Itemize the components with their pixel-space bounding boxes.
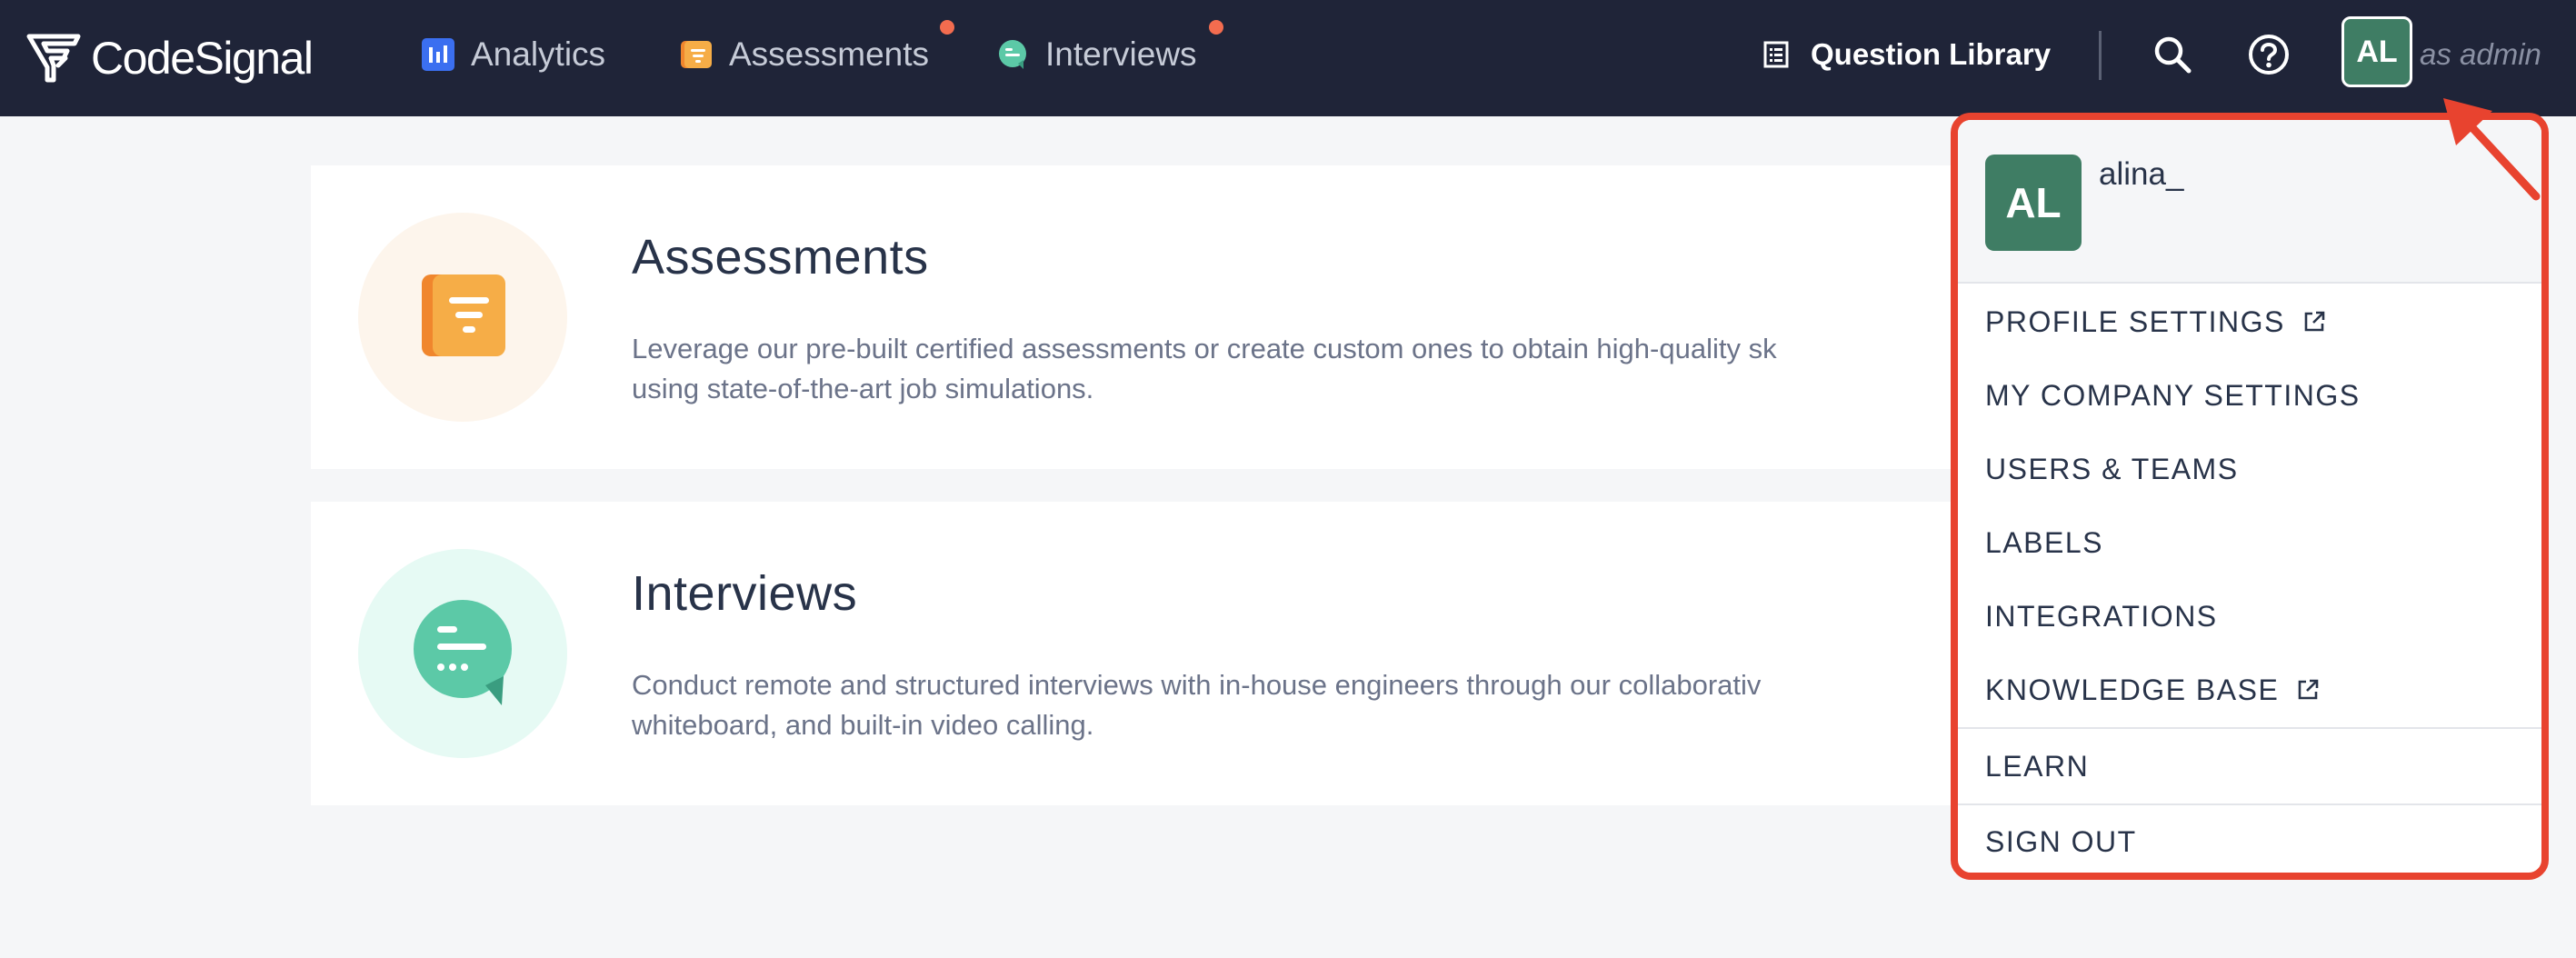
- menu-item-label: MY COMPANY SETTINGS: [1985, 378, 2361, 412]
- menu-item-learn[interactable]: LEARN: [1958, 730, 2541, 803]
- interviews-desc-line-2: whiteboard, and built-in video calling.: [632, 709, 1094, 741]
- codesignal-logo-icon: [26, 34, 81, 83]
- assessments-notification-dot: [940, 20, 954, 35]
- menu-item-label: PROFILE SETTINGS: [1985, 304, 2285, 338]
- assessments-icon: [681, 41, 712, 68]
- assessments-card[interactable]: Assessments Leverage our pre-built certi…: [311, 165, 2129, 469]
- nav-divider: [2099, 31, 2102, 80]
- top-navigation-bar: CodeSignal Analytics Assessments Intervi…: [0, 0, 2576, 116]
- menu-separator: [1958, 727, 2541, 729]
- nav-interviews[interactable]: Interviews: [996, 20, 1223, 82]
- interviews-card[interactable]: Interviews Conduct remote and structured…: [311, 502, 2129, 805]
- assessments-card-icon-circle: [358, 213, 567, 422]
- list-icon: [1763, 41, 1789, 68]
- menu-item-label: LEARN: [1985, 749, 2090, 783]
- assessments-card-title: Assessments: [632, 230, 929, 284]
- menu-item-sign-out[interactable]: SIGN OUT: [1958, 805, 2541, 873]
- role-label: as admin: [2420, 37, 2541, 71]
- menu-item-label: SIGN OUT: [1985, 824, 2137, 858]
- interviews-card-title: Interviews: [632, 566, 858, 621]
- menu-item-label: INTEGRATIONS: [1985, 599, 2218, 633]
- external-link-icon: [2304, 311, 2325, 332]
- menu-item-label: USERS & TEAMS: [1985, 452, 2239, 485]
- nav-assessments-label: Assessments: [729, 35, 930, 73]
- menu-item-label: LABELS: [1985, 525, 2103, 559]
- help-icon: [2249, 35, 2289, 75]
- nav-assessments[interactable]: Assessments: [680, 20, 954, 82]
- assessments-card-description: Leverage our pre-built certified assessm…: [632, 329, 2086, 409]
- assessments-desc-line-2: using state-of-the-art job simulations.: [632, 373, 1094, 404]
- interviews-card-icon-circle: [358, 549, 567, 758]
- question-library-link[interactable]: Question Library: [1763, 27, 2051, 82]
- analytics-icon: [422, 38, 454, 71]
- logo-text: CodeSignal: [91, 33, 314, 84]
- search-icon: [2154, 36, 2192, 74]
- interviews-card-description: Conduct remote and structured interviews…: [632, 665, 2086, 745]
- interviews-icon: [999, 40, 1026, 69]
- interviews-notification-dot: [1209, 20, 1223, 35]
- assessments-desc-line-1: Leverage our pre-built certified assessm…: [632, 333, 1777, 364]
- menu-item-labels[interactable]: LABELS: [1958, 506, 2541, 579]
- nav-analytics[interactable]: Analytics: [422, 27, 605, 82]
- external-link-icon: [2298, 679, 2319, 700]
- menu-item-users-teams[interactable]: USERS & TEAMS: [1958, 433, 2541, 505]
- menu-item-label: KNOWLEDGE BASE: [1985, 673, 2280, 706]
- nav-analytics-label: Analytics: [471, 35, 606, 73]
- menu-item-my-company-settings[interactable]: MY COMPANY SETTINGS: [1958, 359, 2541, 432]
- interviews-icon: [414, 600, 512, 705]
- assessments-icon: [422, 274, 505, 356]
- menu-item-knowledge-base[interactable]: KNOWLEDGE BASE: [1958, 654, 2541, 726]
- codesignal-logo[interactable]: CodeSignal: [25, 24, 314, 93]
- search-button[interactable]: [2145, 27, 2200, 82]
- menu-item-profile-settings[interactable]: PROFILE SETTINGS: [1958, 285, 2541, 358]
- menu-item-integrations[interactable]: INTEGRATIONS: [1958, 580, 2541, 653]
- interviews-desc-line-1: Conduct remote and structured interviews…: [632, 669, 1762, 701]
- dropdown-avatar: AL: [1985, 155, 2082, 251]
- user-avatar-button[interactable]: AL: [2341, 16, 2412, 87]
- dropdown-user-name: alina_: [2099, 156, 2184, 192]
- question-library-label: Question Library: [1811, 37, 2052, 71]
- help-button[interactable]: [2242, 27, 2296, 82]
- annotation-arrow-icon: [2443, 98, 2541, 201]
- nav-interviews-label: Interviews: [1045, 35, 1197, 73]
- user-account-dropdown: AL alina_ PROFILE SETTINGS MY COMPANY SE…: [1951, 113, 2549, 880]
